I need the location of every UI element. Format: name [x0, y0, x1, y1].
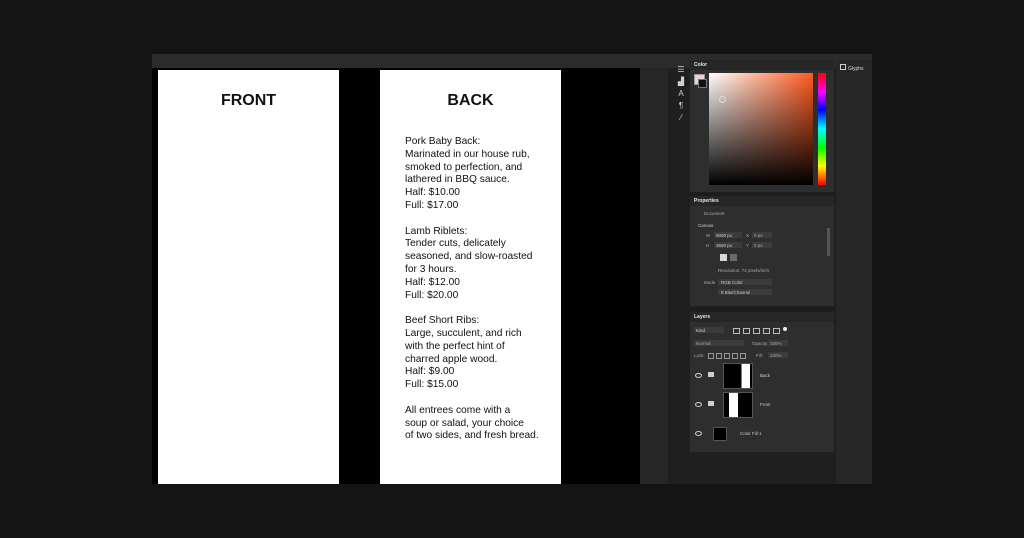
layer-thumbnail [723, 392, 753, 418]
lock-image-icon[interactable] [716, 353, 722, 359]
filter-smartobject-icon[interactable] [773, 328, 780, 334]
mode-value: RGB Color [721, 280, 743, 285]
lock-all-icon[interactable] [740, 353, 746, 359]
folder-icon [708, 401, 714, 406]
properties-scrollbar[interactable] [827, 228, 830, 256]
menu-line: seasoned, and slow-roasted [405, 251, 533, 263]
filter-adjustment-icon[interactable] [743, 328, 750, 334]
menu-line: charred apple wood. [405, 353, 498, 365]
filter-shape-icon[interactable] [763, 328, 770, 334]
filter-pixel-icon[interactable] [733, 328, 740, 334]
y-value: 0 px [754, 243, 763, 248]
layer-row-front[interactable]: Front [690, 391, 828, 419]
menu-line: with the perfect hint of [405, 340, 505, 352]
fill-thumbnail [713, 427, 727, 441]
visibility-eye-icon[interactable] [695, 431, 702, 436]
layer-name: Color Fill 1 [740, 431, 762, 436]
glyphs-panel-button[interactable]: Glyphs [840, 64, 870, 74]
fill-label: Fill: [756, 353, 763, 358]
front-page[interactable]: FRONT [158, 70, 339, 484]
portrait-orientation-icon[interactable] [720, 254, 727, 261]
document-label: Document [704, 211, 725, 216]
menu-line: Tender cuts, delicately [405, 238, 506, 250]
layer-name: Front [760, 402, 771, 407]
menu-item: Pork Baby Back: Marinated in our house r… [405, 136, 555, 213]
menu-text-block[interactable]: Pork Baby Back: Marinated in our house r… [405, 136, 555, 456]
color-picker-handle[interactable] [719, 96, 726, 103]
paragraph-icon[interactable]: ¶ [676, 102, 686, 110]
histogram-icon[interactable]: ▟ [676, 78, 686, 86]
menu-line: Beef Short Ribs: [405, 315, 480, 327]
menu-line: Lamb Riblets: [405, 225, 468, 237]
right-dock [836, 60, 872, 484]
hue-slider[interactable] [818, 73, 826, 185]
character-icon[interactable]: A [676, 90, 686, 98]
properties-title[interactable]: Properties [690, 196, 834, 206]
lock-pixels-icon[interactable] [708, 353, 714, 359]
filter-toggle-icon[interactable] [783, 327, 787, 331]
x-label: X [746, 233, 750, 238]
canvas-section-label[interactable]: Canvas [698, 223, 713, 228]
menu-line: Half: $12.00 [405, 276, 460, 288]
background-swatch[interactable] [698, 79, 707, 88]
menu-line: Pork Baby Back: [405, 136, 481, 147]
brush-settings-icon[interactable]: ⁄ [676, 114, 686, 122]
layer-row-color-fill[interactable]: Color Fill 1 [690, 420, 828, 448]
menu-line: All entrees come with a [405, 404, 511, 416]
properties-panel: Properties Document Canvas W 9000 px X 0… [690, 196, 834, 306]
color-field[interactable] [709, 73, 813, 185]
menu-line: Full: $20.00 [405, 289, 459, 301]
layer-name: Back [760, 373, 771, 378]
landscape-orientation-icon[interactable] [730, 254, 737, 261]
folder-icon [708, 372, 714, 377]
layers-title[interactable]: Layers [690, 312, 834, 322]
menu-line: of two sides, and fresh bread. [405, 430, 539, 442]
fill-value: 100% [770, 353, 782, 358]
layer-row-back[interactable]: Back [690, 362, 828, 390]
height-value: 3600 px [716, 243, 733, 248]
width-label: W [706, 233, 711, 238]
lock-position-icon[interactable] [724, 353, 730, 359]
menu-line: lathered in BBQ sauce. [405, 174, 510, 186]
layer-thumbnail [723, 363, 753, 389]
menu-line: Full: $15.00 [405, 379, 459, 391]
filter-type-icon[interactable] [753, 328, 760, 334]
color-panel-title[interactable]: Color [690, 60, 834, 70]
menu-item: All entrees come with a soup or salad, y… [405, 405, 555, 443]
menu-line: Full: $17.00 [405, 199, 459, 211]
visibility-eye-icon[interactable] [695, 373, 702, 378]
height-label: H [706, 243, 710, 248]
kind-filter-value: Kind [696, 328, 706, 333]
menu-line: for 3 hours. [405, 263, 457, 275]
back-title: BACK [447, 92, 494, 109]
menu-line: Large, succulent, and rich [405, 327, 522, 339]
menu-item: Beef Short Ribs: Large, succulent, and r… [405, 315, 555, 392]
opacity-label: Opacity: [752, 341, 769, 346]
menu-line: Half: $10.00 [405, 187, 460, 199]
lock-label: Lock: [694, 353, 705, 358]
glyphs-label: Glyphs [848, 66, 864, 72]
menu-line: Marinated in our house rub, [405, 148, 530, 160]
opacity-value: 100% [770, 341, 782, 346]
menu-line: soup or salad, your choice [405, 417, 524, 429]
x-value: 0 px [754, 233, 763, 238]
back-page[interactable]: BACK Pork Baby Back: Marinated in our ho… [380, 70, 561, 484]
menu-line: smoked to perfection, and [405, 161, 523, 173]
mode-label: Mode [704, 280, 716, 285]
visibility-eye-icon[interactable] [695, 402, 702, 407]
adjust-icon[interactable]: ☰ [676, 66, 686, 74]
panel-toolstrip: ☰ ▟ A ¶ ⁄ [672, 62, 690, 132]
menu-line: Half: $9.00 [405, 366, 455, 378]
lock-artboard-icon[interactable] [732, 353, 738, 359]
front-title: FRONT [220, 92, 277, 109]
y-label: Y [746, 243, 750, 248]
resolution-text: Resolution: 72 pixels/inch [718, 268, 770, 273]
width-value: 9000 px [716, 233, 733, 238]
bit-depth-value: 8 Bits/Channel [721, 290, 751, 295]
menu-item: Lamb Riblets: Tender cuts, delicately se… [405, 226, 555, 303]
blend-mode-value: Normal [696, 341, 711, 346]
glyphs-icon [840, 64, 846, 70]
panel-divider [690, 308, 834, 311]
